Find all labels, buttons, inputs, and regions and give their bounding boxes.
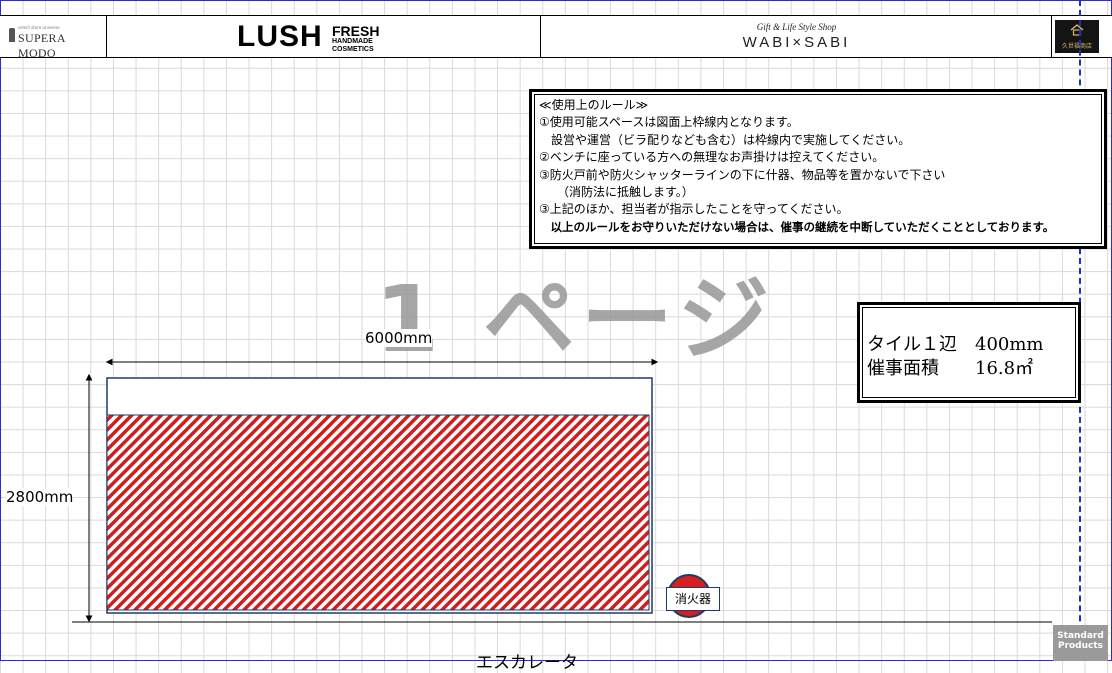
extinguisher-label: 消火器 bbox=[666, 587, 720, 611]
standard-products-badge: Standard Products bbox=[1053, 625, 1108, 661]
width-label: 6000mm bbox=[365, 329, 433, 347]
badge-line-2: Products bbox=[1057, 641, 1104, 651]
usable-area-hatch bbox=[106, 414, 650, 611]
badge-line-1: Standard bbox=[1057, 631, 1104, 641]
floor-diagram bbox=[72, 358, 1052, 623]
height-label: 2800mm bbox=[6, 488, 74, 506]
